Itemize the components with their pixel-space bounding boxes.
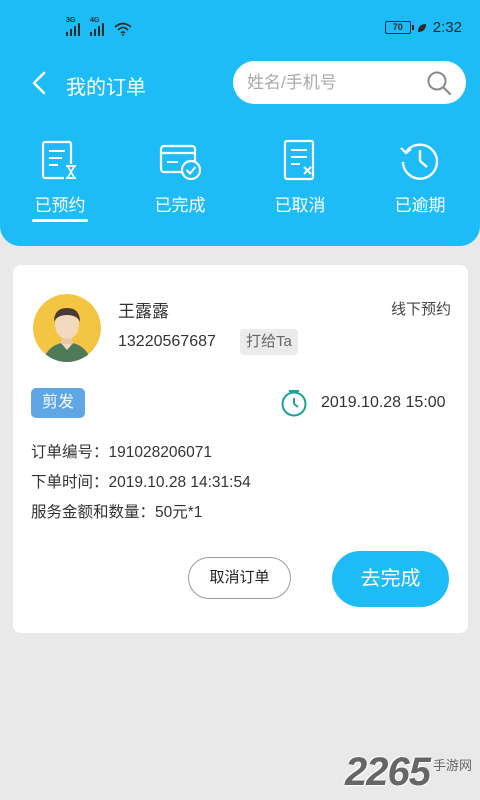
clock-time: 2:32 [432, 19, 462, 36]
hourglass-document-icon [41, 140, 78, 180]
status-bar: 3G 4G 70 2:32 [0, 0, 480, 58]
active-tab-indicator [32, 219, 88, 222]
clock-icon [281, 390, 307, 417]
tab-completed-label: 已完成 [154, 196, 206, 215]
tab-cancelled-label: 已取消 [274, 196, 326, 215]
tab-overdue-label: 已逾期 [394, 196, 446, 215]
status-tabs: 已预约 已完成 已取消 已逾期 [0, 138, 480, 224]
signal-1-icon: 3G [66, 17, 80, 36]
watermark-logo: 2265 手游网 [345, 748, 472, 792]
appointment-time: 2019.10.28 15:00 [321, 394, 446, 411]
wifi-icon [114, 22, 132, 36]
leaf-icon [417, 23, 426, 32]
search-icon[interactable] [426, 70, 452, 96]
order-type: 线下预约 [390, 301, 451, 318]
tab-reserved-label: 已预约 [34, 196, 86, 215]
tab-completed[interactable]: 已完成 [125, 138, 235, 224]
clock-icon [400, 143, 439, 180]
service-tag: 剪发 [31, 388, 85, 418]
document-x-icon [283, 139, 315, 181]
watermark-text: 手游网 [432, 758, 472, 773]
customer-name: 王露露 [118, 302, 169, 321]
tab-reserved[interactable]: 已预约 [5, 138, 115, 224]
page-title: 我的订单 [66, 77, 146, 99]
service-amount: 服务金额和数量：50元*1 [31, 504, 203, 521]
avatar [33, 294, 101, 362]
card-check-icon [159, 144, 202, 181]
complete-order-button[interactable]: 去完成 [332, 551, 449, 607]
top-bar: 我的订单 [0, 58, 480, 108]
tab-overdue[interactable]: 已逾期 [365, 138, 475, 224]
order-card: 王露露 线下预约 13220567687 打给Ta 剪发 2019.10.28 … [13, 265, 468, 633]
watermark-number: 2265 [345, 750, 431, 794]
cancel-order-button[interactable]: 取消订单 [188, 557, 291, 599]
order-time: 下单时间：2019.10.28 14:31:54 [31, 474, 251, 491]
back-button[interactable] [24, 68, 54, 98]
chevron-left-icon [32, 71, 46, 95]
order-number: 订单编号：191028206071 [31, 444, 212, 461]
call-button[interactable]: 打给Ta [240, 329, 298, 355]
signal-indicators: 3G 4G [66, 17, 132, 36]
signal-2-icon: 4G [90, 17, 104, 36]
search-input[interactable] [247, 61, 417, 104]
tab-cancelled[interactable]: 已取消 [245, 138, 355, 224]
customer-phone: 13220567687 [118, 333, 216, 350]
battery-icon: 70 [384, 21, 414, 34]
search-box [233, 61, 466, 104]
